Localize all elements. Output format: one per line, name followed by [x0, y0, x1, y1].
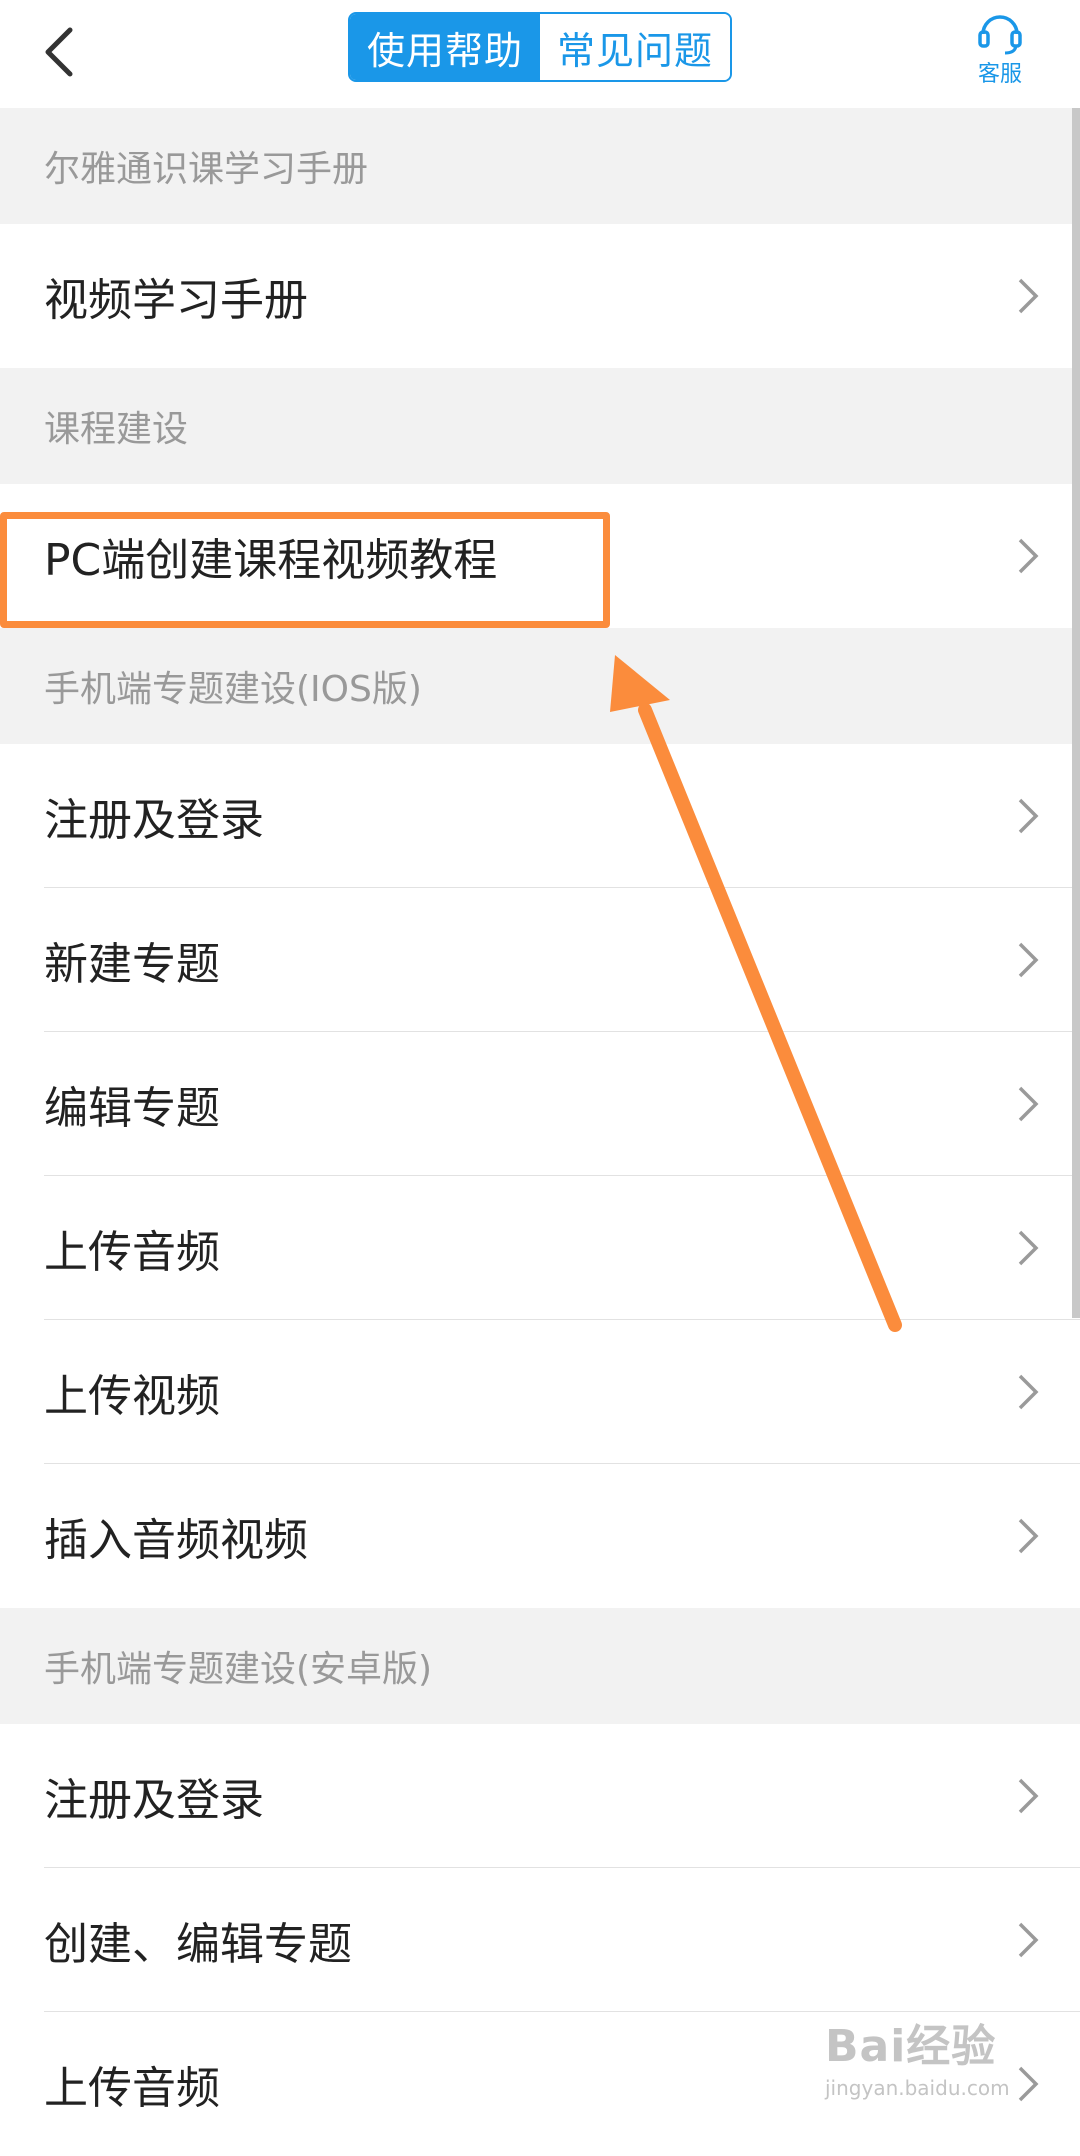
- watermark-url: jingyan.baidu.com: [825, 2076, 1010, 2100]
- watermark-logo-text: Bai经验: [825, 2021, 997, 2072]
- annotation-arrow: [610, 655, 902, 1332]
- baidu-jingyan-watermark: Bai经验 jingyan.baidu.com: [825, 2010, 1065, 2120]
